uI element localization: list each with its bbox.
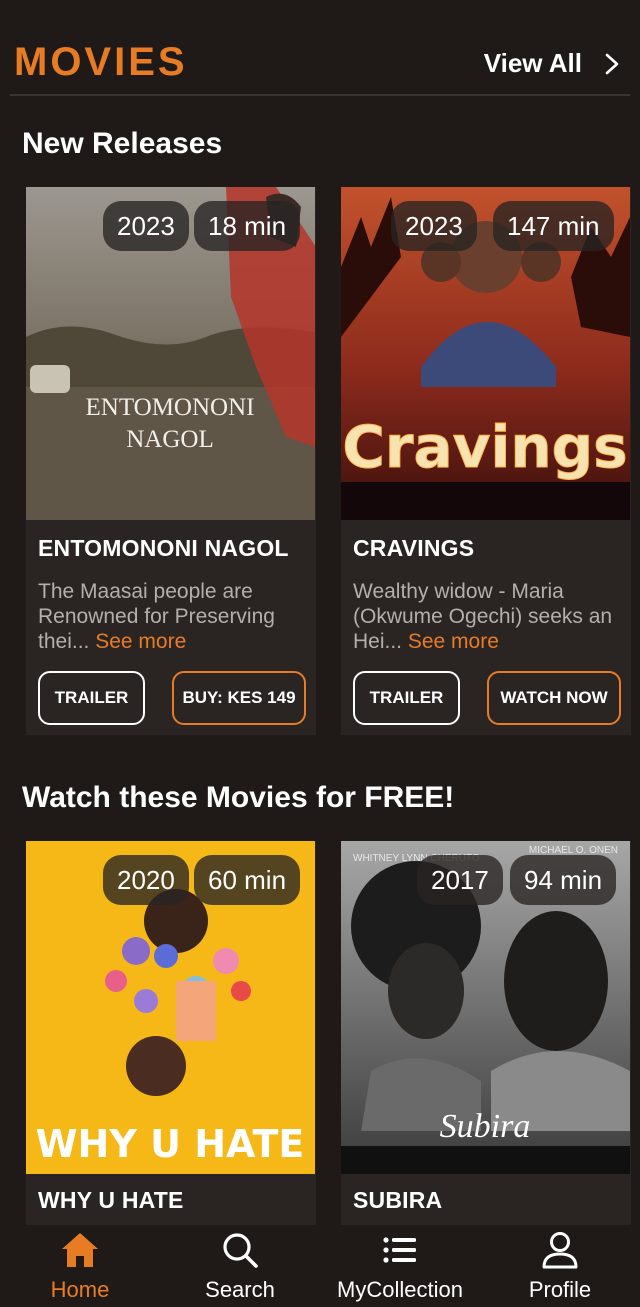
movie-poster[interactable]: WHY U HATE 2020 60 min: [26, 841, 315, 1174]
nav-item-search[interactable]: Search: [160, 1225, 320, 1307]
chevron-right-icon: [605, 53, 619, 74]
movie-card[interactable]: Cravings 2023 147 min CRAVINGS Wealthy w…: [341, 187, 631, 735]
movie-poster[interactable]: Cravings 2023 147 min: [341, 187, 630, 520]
duration-badge: 147 min: [493, 201, 614, 251]
nav-item-mycollection[interactable]: MyCollection: [320, 1225, 480, 1307]
year-badge: 2023: [391, 201, 477, 251]
year-badge: 2023: [103, 201, 189, 251]
poster-title-line1: ENTOMONONI: [86, 394, 255, 421]
poster-title: WHY U HATE: [36, 1122, 305, 1166]
poster-title-line2: NAGOL: [126, 426, 214, 453]
view-all-label: View All: [483, 48, 582, 78]
nav-label-search: Search: [205, 1277, 275, 1302]
movie-title: SUBIRA: [353, 1187, 443, 1213]
search-icon: [223, 1233, 258, 1268]
year-badge: 2017: [417, 855, 503, 905]
trailer-button[interactable]: TRAILER: [353, 671, 460, 725]
section-title-free: Watch these Movies for FREE!: [22, 781, 455, 814]
see-more-link[interactable]: See more: [408, 630, 499, 653]
duration-badge: 60 min: [194, 855, 301, 905]
poster-title: Cravings: [342, 413, 627, 481]
see-more-link[interactable]: See more: [95, 630, 186, 653]
year-badge: 2020: [103, 855, 189, 905]
duration-badge: 94 min: [510, 855, 617, 905]
poster-title: Subira: [440, 1108, 531, 1145]
nav-item-home[interactable]: Home: [0, 1225, 160, 1307]
buy-button[interactable]: BUY: KES 149: [172, 671, 306, 725]
movie-card[interactable]: WHY U HATE 2020 60 min WHY U HATE: [26, 841, 316, 1225]
movie-card[interactable]: ENTOMONONI NAGOL 2023 18 min ENTOMONONI …: [26, 187, 316, 735]
page-title: MOVIES: [14, 40, 188, 84]
header-divider: [10, 94, 630, 96]
nav-label-home: Home: [50, 1277, 110, 1302]
movie-poster[interactable]: ENTOMONONI NAGOL 2023 18 min: [26, 187, 315, 520]
nav-label-mycollection: MyCollection: [337, 1277, 463, 1302]
trailer-button[interactable]: TRAILER: [38, 671, 145, 725]
nav-label-profile: Profile: [528, 1277, 592, 1302]
profile-icon: [542, 1232, 578, 1269]
movie-card[interactable]: Subira WHITNEY LYNN CHERUTO MICHAEL O. O…: [341, 841, 631, 1225]
movie-description: The Maasai people are Renowned for Prese…: [38, 579, 318, 654]
duration-badge: 18 min: [194, 201, 301, 251]
movie-poster[interactable]: Subira WHITNEY LYNN CHERUTO MICHAEL O. O…: [341, 841, 630, 1174]
header: MOVIES View All: [0, 0, 640, 96]
home-icon: [62, 1233, 98, 1267]
movie-title: CRAVINGS: [353, 535, 475, 561]
watch-now-button[interactable]: WATCH NOW: [487, 671, 621, 725]
section-title-new-releases: New Releases: [22, 127, 223, 160]
movie-title: ENTOMONONI NAGOL: [38, 535, 289, 561]
bottom-navigation: Home Search MyCollection Profile: [0, 1225, 640, 1307]
movie-description: Wealthy widow - Maria (Okwume Ogechi) se…: [353, 579, 633, 654]
movie-title: WHY U HATE: [38, 1187, 184, 1213]
nav-item-profile[interactable]: Profile: [480, 1225, 640, 1307]
list-icon: [383, 1237, 416, 1263]
view-all-button[interactable]: View All: [484, 48, 620, 79]
